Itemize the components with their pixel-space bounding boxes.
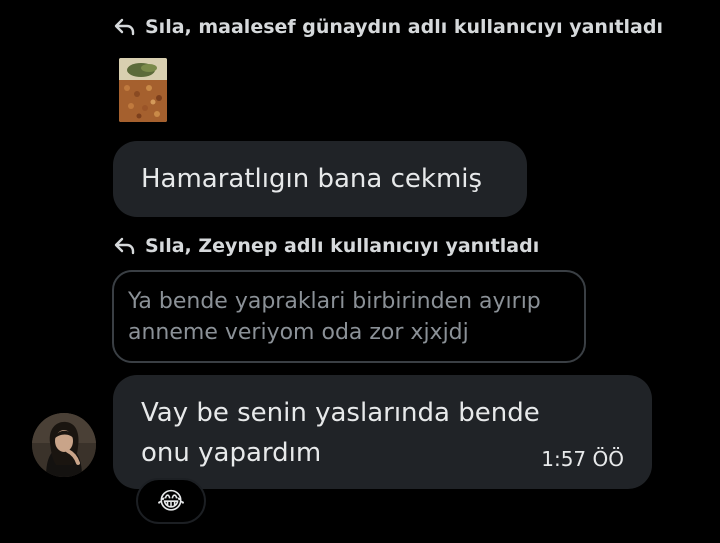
message-bubble[interactable]: Hamaratlıgın bana cekmiş bbox=[113, 141, 527, 217]
reply-arrow-icon bbox=[113, 236, 137, 256]
quoted-message-text: Ya bende yapraklari birbirinden ayırıp a… bbox=[128, 289, 541, 345]
message-timestamp: 1:57 ÖÖ bbox=[541, 447, 624, 471]
reply-context-header: Sıla, maalesef günaydın adlı kullanıcıyı… bbox=[113, 16, 663, 38]
message-text: Hamaratlıgın bana cekmiş bbox=[141, 164, 483, 194]
reply-arrow-icon bbox=[113, 17, 137, 37]
reaction-badge[interactable]: 😂 bbox=[136, 478, 206, 524]
reply-context-text: Sıla, maalesef günaydın adlı kullanıcıyı… bbox=[145, 16, 663, 38]
avatar[interactable] bbox=[32, 413, 96, 477]
reply-context-header: Sıla, Zeynep adlı kullanıcıyı yanıtladı bbox=[113, 235, 539, 257]
laughing-tears-emoji-icon: 😂 bbox=[156, 487, 186, 515]
message-bubble[interactable]: Vay be senin yaslarında bende onu yapard… bbox=[113, 375, 652, 489]
message-text: Vay be senin yaslarında bende onu yapard… bbox=[141, 398, 540, 468]
reply-context-text: Sıla, Zeynep adlı kullanıcıyı yanıtladı bbox=[145, 235, 540, 257]
quoted-message[interactable]: Ya bende yapraklari birbirinden ayırıp a… bbox=[112, 270, 586, 363]
replied-image-thumbnail[interactable] bbox=[119, 58, 167, 122]
